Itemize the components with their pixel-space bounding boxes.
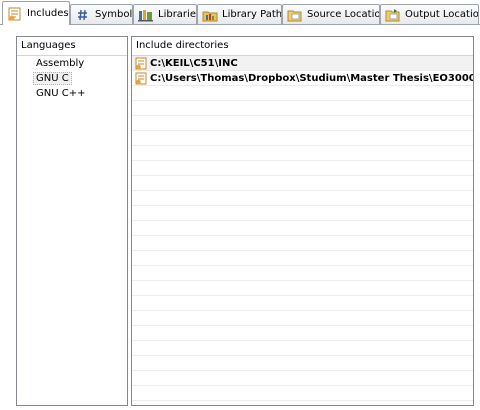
language-item-gnu-c[interactable]: GNU C: [17, 71, 127, 86]
empty-table-area: [132, 86, 473, 401]
empty-row: [132, 371, 473, 386]
include-folder-icon: [135, 57, 147, 69]
tab-label: Library Paths: [222, 9, 282, 20]
empty-row: [132, 386, 473, 401]
tab-libraries[interactable]: Libraries: [133, 4, 197, 24]
tab-bar: Includes Symbols Libraries Library Paths…: [0, 0, 480, 25]
tab-includes[interactable]: Includes: [2, 1, 70, 25]
include-directories-header: Include directories: [132, 37, 473, 56]
languages-list: Languages Assembly GNU C GNU C++: [16, 36, 128, 406]
empty-row: [132, 326, 473, 341]
empty-row: [132, 116, 473, 131]
empty-row: [132, 206, 473, 221]
empty-row: [132, 281, 473, 296]
empty-row: [132, 161, 473, 176]
include-path: C:\KEIL\C51\INC: [150, 57, 238, 69]
includes-page: Languages Assembly GNU C GNU C++ Include…: [0, 25, 480, 410]
hash-icon: [78, 9, 87, 20]
language-item-gnu-cpp[interactable]: GNU C++: [17, 86, 127, 101]
empty-row: [132, 131, 473, 146]
empty-row: [132, 86, 473, 101]
tab-output-location[interactable]: Output Location: [380, 4, 479, 24]
tab-symbols[interactable]: Symbols: [70, 4, 133, 24]
folder-icon: [287, 10, 302, 21]
empty-row: [132, 146, 473, 161]
tab-label: Source Location: [307, 9, 380, 20]
tab-label: Includes: [27, 8, 69, 19]
tab-label: Symbols: [95, 9, 133, 20]
include-directories-table: Include directories C:\KEIL\C51\INC C:\U…: [131, 36, 474, 406]
empty-row: [132, 221, 473, 236]
include-path: C:\Users\Thomas\Dropbox\Studium\Master T…: [150, 72, 474, 84]
empty-row: [132, 311, 473, 326]
empty-row: [132, 176, 473, 191]
table-row[interactable]: C:\Users\Thomas\Dropbox\Studium\Master T…: [132, 71, 473, 86]
empty-row: [132, 266, 473, 281]
include-folder-icon: [135, 72, 147, 84]
tab-label: Output Location: [405, 9, 479, 20]
includes-icon: [8, 7, 21, 20]
language-item-assembly[interactable]: Assembly: [17, 56, 127, 71]
tab-source-location[interactable]: Source Location: [282, 4, 380, 24]
empty-row: [132, 101, 473, 116]
empty-row: [132, 356, 473, 371]
empty-row: [132, 296, 473, 311]
empty-row: [132, 251, 473, 266]
tab-label: Libraries: [158, 9, 197, 20]
libraries-icon: [138, 9, 153, 21]
output-folder-icon: [385, 8, 400, 21]
empty-row: [132, 191, 473, 206]
library-paths-icon: [202, 11, 218, 21]
empty-row: [132, 236, 473, 251]
tab-library-paths[interactable]: Library Paths: [197, 4, 282, 24]
table-row[interactable]: C:\KEIL\C51\INC: [132, 56, 473, 71]
languages-header: Languages: [17, 37, 127, 56]
empty-row: [132, 341, 473, 356]
